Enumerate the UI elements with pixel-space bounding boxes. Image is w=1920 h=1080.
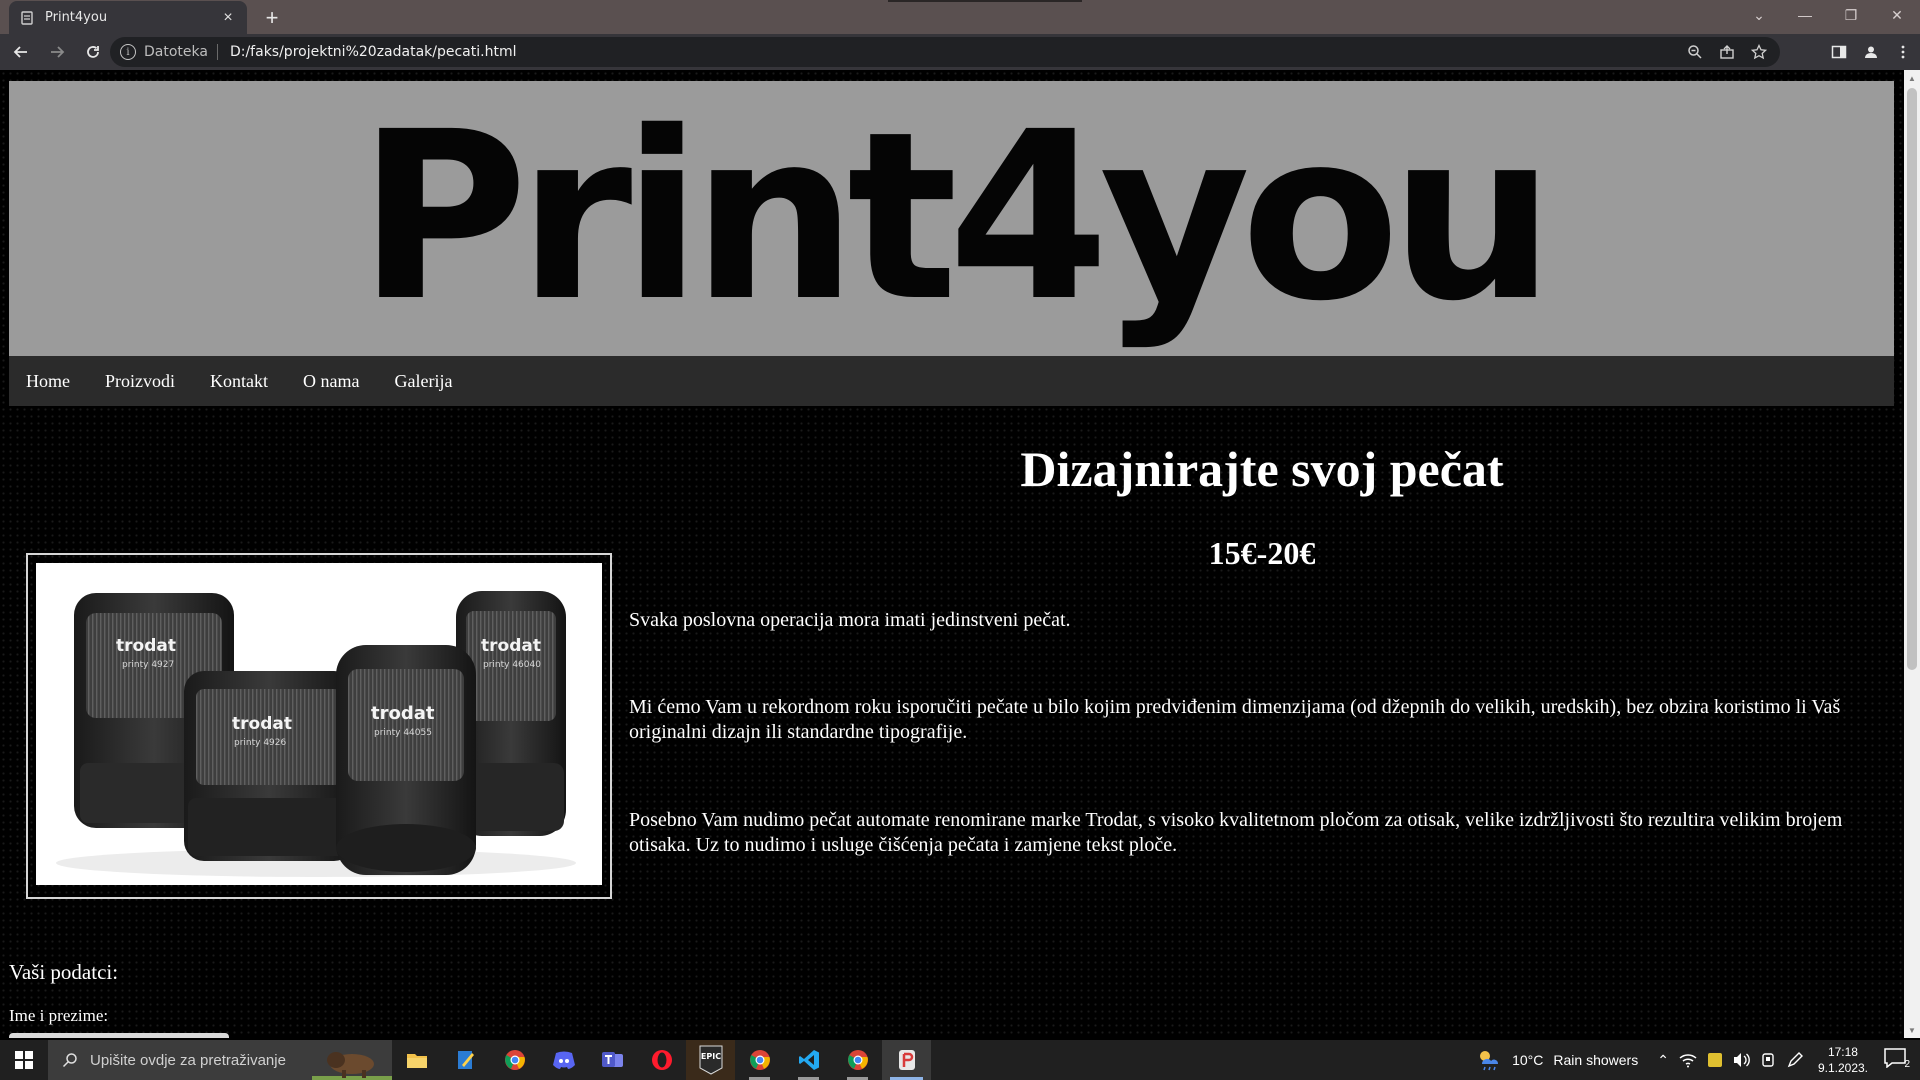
chrome-alt-icon[interactable]: [735, 1040, 784, 1080]
clock[interactable]: 17:18 9.1.2023.: [1818, 1044, 1868, 1076]
meet-now-icon[interactable]: [1761, 1052, 1777, 1068]
stamp-model-4: printy 46040: [483, 660, 541, 670]
main-nav: Home Proizvodi Kontakt O nama Galerija: [9, 356, 1894, 406]
stamp-brand-2: trodat: [232, 714, 292, 734]
windows-start-icon[interactable]: [0, 1040, 48, 1080]
trodat-stamps-image: trodat printy 4927 trodat printy 46040 t: [36, 563, 602, 885]
weather-temp[interactable]: 10°C: [1512, 1052, 1543, 1068]
weather-icon[interactable]: [1476, 1048, 1502, 1072]
tab-search-icon[interactable]: ⌄: [1736, 0, 1782, 30]
notification-icon[interactable]: 2: [1884, 1048, 1912, 1072]
name-label: Ime i prezime:: [9, 1006, 109, 1025]
chevron-up-icon[interactable]: ⌃: [1657, 1052, 1669, 1069]
address-bar[interactable]: i Datoteka D:/faks/projektni%20zadatak/p…: [110, 37, 1780, 67]
share-icon[interactable]: [1718, 43, 1736, 61]
name-input[interactable]: [9, 1033, 229, 1038]
search-highlight-bison-icon: [312, 1040, 392, 1080]
delivery-paragraph: Mi ćemo Vam u rekordnom roku isporučiti …: [629, 696, 1841, 743]
taskbar-search[interactable]: Upišite ovdje za pretraživanje: [48, 1040, 392, 1080]
scroll-up-arrow-icon[interactable]: ▲: [1904, 70, 1920, 86]
nav-o-nama[interactable]: O nama: [303, 371, 359, 392]
profile-icon[interactable]: [1862, 43, 1880, 61]
windows-taskbar: Upišite ovdje za pretraživanje EPIC 10°C…: [0, 1040, 1920, 1080]
search-icon: [62, 1053, 77, 1068]
chrome-icon[interactable]: [490, 1040, 539, 1080]
nav-galerija[interactable]: Galerija: [394, 371, 452, 392]
app-pinned-icon[interactable]: [882, 1040, 931, 1080]
form-title: Vaši podatci:: [9, 960, 119, 984]
scroll-thumb[interactable]: [1907, 88, 1917, 670]
product-image-frame: trodat printy 4927 trodat printy 46040 t: [26, 553, 612, 899]
minimize-icon[interactable]: —: [1782, 0, 1828, 30]
file-explorer-icon[interactable]: [392, 1040, 441, 1080]
discord-icon[interactable]: [539, 1040, 588, 1080]
page-viewport: Print4you Home Proizvodi Kontakt O nama …: [0, 70, 1904, 1038]
omnibox-actions: [1686, 37, 1768, 67]
intro-paragraph: Svaka poslovna operacija mora imati jedi…: [629, 609, 1071, 631]
search-placeholder: Upišite ovdje za pretraživanje: [90, 1051, 286, 1069]
close-window-icon[interactable]: ✕: [1874, 0, 1920, 30]
site-logo[interactable]: Print4you: [358, 101, 1555, 333]
stamp-model-2: printy 4926: [234, 738, 287, 748]
nav-proizvodi[interactable]: Proizvodi: [105, 371, 175, 392]
teams-icon[interactable]: [588, 1040, 637, 1080]
toolbar-right: [1830, 43, 1912, 61]
pen-icon[interactable]: [1787, 1052, 1803, 1068]
stamp-brand-3: trodat: [371, 703, 435, 724]
address-url[interactable]: D:/faks/projektni%20zadatak/pecati.html: [230, 44, 517, 60]
system-tray: 10°C Rain showers ⌃ 17:18 9.1.2023. 2: [1471, 1040, 1920, 1080]
header-banner: Print4you: [9, 81, 1894, 356]
site-info-icon[interactable]: i: [120, 44, 136, 60]
stamp-model-1: printy 4927: [122, 660, 174, 670]
stamp-brand-1: trodat: [116, 636, 176, 656]
trodat-paragraph: Posebno Vam nudimo pečat automate renomi…: [629, 809, 1843, 856]
volume-icon[interactable]: [1733, 1052, 1751, 1068]
stamp-oval-center: trodat printy 44055: [336, 645, 476, 875]
epic-games-icon[interactable]: EPIC: [686, 1040, 735, 1080]
restore-icon[interactable]: ❐: [1828, 0, 1874, 30]
file-icon: [19, 10, 35, 26]
reload-icon[interactable]: [78, 37, 108, 67]
side-panel-icon[interactable]: [1830, 43, 1848, 61]
back-icon[interactable]: [6, 37, 36, 67]
network-icon[interactable]: [1679, 1052, 1697, 1068]
drag-accent: [888, 0, 1082, 2]
zoom-icon[interactable]: [1686, 43, 1704, 61]
window-controls: ⌄ — ❐ ✕: [1736, 0, 1920, 32]
opera-icon[interactable]: [637, 1040, 686, 1080]
forward-icon[interactable]: [42, 37, 72, 67]
tab-title: Print4you: [45, 10, 108, 25]
address-scheme: Datoteka: [144, 44, 208, 60]
app-tray-icon[interactable]: [1707, 1052, 1723, 1068]
browser-toolbar: i Datoteka D:/faks/projektni%20zadatak/p…: [0, 34, 1920, 70]
clock-time: 17:18: [1827, 1045, 1858, 1059]
nav-kontakt[interactable]: Kontakt: [210, 371, 268, 392]
notepad-app-icon[interactable]: [441, 1040, 490, 1080]
clock-date: 9.1.2023.: [1817, 1061, 1868, 1075]
stamp-medium-front: trodat printy 4926: [184, 671, 354, 861]
close-tab-icon[interactable]: ×: [219, 9, 237, 27]
tab-strip: Print4you × + ⌄ — ❐ ✕: [0, 0, 1920, 34]
epic-label: EPIC: [700, 1052, 720, 1061]
address-separator: [216, 44, 218, 60]
menu-icon[interactable]: [1894, 43, 1912, 61]
tab-print4you[interactable]: Print4you ×: [9, 1, 247, 34]
nav-home[interactable]: Home: [26, 371, 70, 392]
page-title: Dizajnirajte svoj pečat: [1020, 441, 1504, 497]
vscode-icon[interactable]: [784, 1040, 833, 1080]
stamp-model-3: printy 44055: [374, 728, 432, 738]
scroll-down-arrow-icon[interactable]: ▼: [1904, 1022, 1920, 1038]
new-tab-button[interactable]: +: [258, 4, 286, 32]
weather-desc[interactable]: Rain showers: [1553, 1052, 1638, 1068]
bookmark-star-icon[interactable]: [1750, 43, 1768, 61]
price-heading: 15€-20€: [1208, 535, 1316, 571]
notification-count: 2: [1904, 1059, 1910, 1070]
page-scrollbar[interactable]: ▲ ▼: [1904, 70, 1920, 1038]
chrome-open-icon[interactable]: [833, 1040, 882, 1080]
stamp-brand-4: trodat: [481, 636, 541, 656]
